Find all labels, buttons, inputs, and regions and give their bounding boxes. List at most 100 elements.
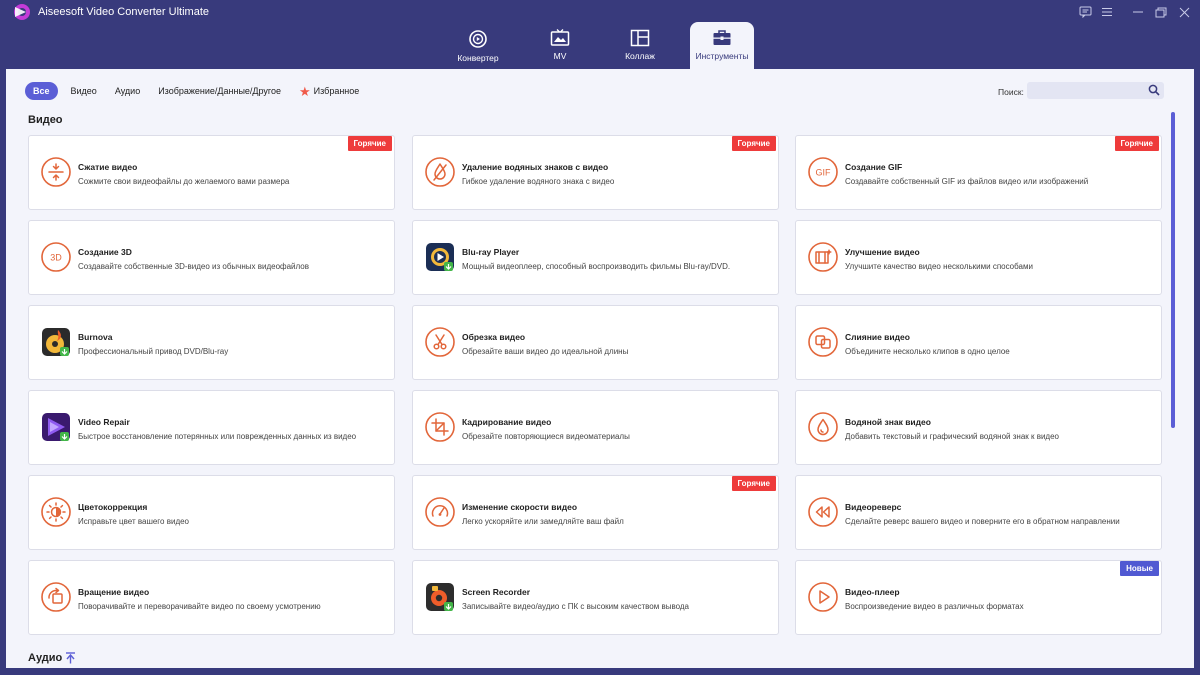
tool-card[interactable]: Video Repair Быстрое восстановление потер… [28, 390, 395, 465]
tool-card[interactable]: Screen Recorder Записывайте видео/аудио с… [412, 560, 779, 635]
hot-badge: Горячие [731, 476, 776, 491]
tool-card[interactable]: Сжатие видео Сожмите свои видеофайлы до ж… [28, 135, 395, 210]
filter-all[interactable]: Все [25, 82, 58, 100]
hot-badge: Горячие [1114, 136, 1159, 151]
scroll-top-icon[interactable] [65, 652, 76, 664]
filter-audio[interactable]: Аудио [115, 82, 140, 100]
tool-card[interactable]: Обрезка видео Обрезайте ваши видео до иде… [412, 305, 779, 380]
video-repair-app-icon [42, 413, 70, 441]
tool-title: Удаление водяных знаков с видео [462, 162, 609, 172]
tool-title: Видео-плеер [845, 587, 900, 597]
tool-title: Создание 3D [78, 247, 132, 257]
tool-title: Screen Recorder [462, 587, 531, 597]
filter-image-data-other[interactable]: Изображение/Данные/Другое [158, 82, 281, 100]
tab-label: Инструменты [695, 51, 749, 61]
tool-card[interactable]: Кадрирование видео Обрезайте повторяющиес… [412, 390, 779, 465]
tool-description: Быстрое восстановление потерянных или по… [78, 432, 357, 441]
collage-icon [630, 29, 650, 47]
section-title-video: Видео [28, 114, 63, 126]
tab-mv[interactable]: MV [528, 22, 592, 69]
tool-card[interactable]: Цветокоррекция Исправьте цвет вашего виде… [28, 475, 395, 550]
tool-description: Сожмите свои видеофайлы до желаемого вам… [78, 177, 290, 186]
merge-icon [808, 327, 838, 357]
screen-recorder-app-icon [426, 583, 454, 611]
tool-title: Водяной знак видео [845, 417, 931, 427]
search-label: Поиск: [998, 87, 1024, 97]
tool-description: Создавайте собственный GIF из файлов вид… [845, 177, 1089, 186]
tool-description: Гибкое удаление водяного знака с видео [462, 177, 615, 186]
tool-title: Burnova [78, 332, 113, 342]
tab-tools[interactable]: Инструменты [690, 22, 754, 69]
maximize-icon[interactable] [1153, 4, 1169, 20]
tool-title: Улучшение видео [845, 247, 920, 257]
tab-label: Коллаж [625, 51, 655, 61]
tool-description: Мощный видеоплеер, способный воспроизвод… [462, 262, 731, 271]
hot-badge: Горячие [731, 136, 776, 151]
section-title-audio: Аудио [28, 652, 63, 664]
reverse-icon [808, 497, 838, 527]
gif-icon: GIF [808, 157, 838, 187]
tool-card[interactable]: Водяной знак видео Добавить текстовый и г… [795, 390, 1162, 465]
search-input[interactable] [1027, 82, 1164, 99]
tool-title: Цветокоррекция [78, 502, 148, 512]
tool-description: Обрезайте повторяющиеся видеоматериалы [462, 432, 630, 441]
toolbox-icon [713, 30, 731, 45]
title-bar: Aiseesoft Video Converter Ultimate [0, 0, 1200, 24]
tool-title: Слияние видео [845, 332, 910, 342]
tool-description: Объедините несколько клипов в одно целое [845, 347, 1010, 356]
tool-description: Исправьте цвет вашего видео [78, 517, 190, 526]
search-icon[interactable] [1148, 84, 1160, 96]
tools-panel: Все Видео Аудио Изображение/Данные/Друго… [6, 69, 1194, 668]
tool-title: Blu-ray Player [462, 247, 520, 257]
crop-icon [425, 412, 455, 442]
tool-card[interactable]: Удаление водяных знаков с видео Гибкое уд… [412, 135, 779, 210]
tool-description: Легко ускоряйте или замедляйте ваш файл [462, 517, 624, 526]
tool-card[interactable]: Burnova Профессиональный привод DVD/Blu-r… [28, 305, 395, 380]
filter-bar: Все Видео Аудио Изображение/Данные/Друго… [25, 82, 377, 100]
tool-card[interactable]: Видео-плеер Воспроизведение видео в разли… [795, 560, 1162, 635]
tool-title: Создание GIF [845, 162, 903, 172]
tool-description: Записывайте видео/аудио с ПК с высоким к… [462, 602, 689, 611]
tool-description: Сделайте реверс вашего видео и поверните… [845, 517, 1120, 526]
tool-title: Вращение видео [78, 587, 150, 597]
compress-icon [41, 157, 71, 187]
tool-card[interactable]: Изменение скорости видео Легко ускоряйте … [412, 475, 779, 550]
feedback-icon[interactable] [1077, 4, 1093, 20]
app-logo-icon [14, 4, 30, 20]
mv-icon [550, 29, 570, 46]
tool-card[interactable]: Вращение видео Поворачивайте и переворачи… [28, 560, 395, 635]
tab-converter[interactable]: Конвертер [446, 22, 510, 69]
tool-card[interactable]: 3D Создание 3D Создавайте собственные 3D-в… [28, 220, 395, 295]
tool-card[interactable]: Blu-ray Player Мощный видеоплеер, способн… [412, 220, 779, 295]
close-icon[interactable] [1176, 4, 1192, 20]
watermark-remove-icon [425, 157, 455, 187]
tab-label: MV [553, 51, 567, 61]
tool-card[interactable]: Улучшение видео Улучшите качество видео н… [795, 220, 1162, 295]
filter-favorites[interactable]: ★ Избранное [299, 82, 359, 100]
svg-text:3D: 3D [50, 253, 62, 263]
tool-description: Создавайте собственные 3D-видео из обычн… [78, 262, 309, 271]
minimize-icon[interactable] [1130, 4, 1146, 20]
enhance-icon [808, 242, 838, 272]
tool-title: Кадрирование видео [462, 417, 552, 427]
tool-card[interactable]: Слияние видео Объедините несколько клипов… [795, 305, 1162, 380]
tool-description: Профессиональный привод DVD/Blu-ray [78, 347, 229, 356]
burnova-app-icon [42, 328, 70, 356]
color-icon [41, 497, 71, 527]
menu-icon[interactable] [1099, 4, 1115, 20]
convert-icon [469, 30, 487, 48]
tool-card[interactable]: GIF Создание GIF Создавайте собственный GI… [795, 135, 1162, 210]
tool-description: Обрезайте ваши видео до идеальной длины [462, 347, 629, 356]
tab-collage[interactable]: Коллаж [608, 22, 672, 69]
tool-title: Сжатие видео [78, 162, 138, 172]
player-icon [808, 582, 838, 612]
tool-description: Воспроизведение видео в различных формат… [845, 602, 1024, 611]
scrollbar[interactable] [1171, 112, 1175, 428]
trim-icon [425, 327, 455, 357]
tool-card[interactable]: Видеореверс Сделайте реверс вашего видео … [795, 475, 1162, 550]
tool-title: Видеореверс [845, 502, 902, 512]
filter-video[interactable]: Видео [71, 82, 97, 100]
rotate-icon [41, 582, 71, 612]
app-title: Aiseesoft Video Converter Ultimate [38, 6, 209, 18]
svg-text:GIF: GIF [816, 168, 832, 178]
